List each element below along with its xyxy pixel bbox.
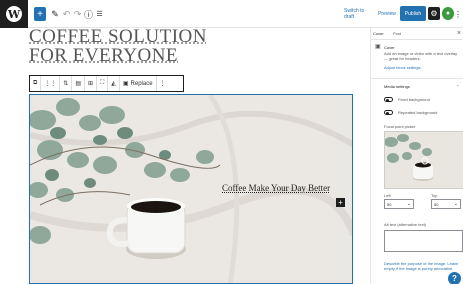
alt-text-field[interactable] — [384, 230, 463, 252]
focal-left-value: 50 — [387, 202, 392, 207]
cover-block-icon: ▣ — [375, 44, 381, 50]
block-name: Cover — [384, 45, 395, 50]
tab-block[interactable]: Cover — [373, 31, 384, 36]
media-icon: ▣ — [122, 81, 129, 87]
top-label: Top — [431, 193, 438, 198]
divider — [371, 78, 463, 79]
block-settings-link[interactable]: Adjust block settings — [384, 65, 420, 70]
add-block-button[interactable]: + — [34, 7, 46, 21]
focal-left-input[interactable]: 50 ⌄ — [384, 199, 414, 209]
repeated-background-label: Repeated background — [398, 110, 438, 115]
leaf-icon[interactable]: ● — [442, 7, 454, 20]
pencil-icon[interactable]: ✎ — [50, 7, 60, 21]
chevron-down-icon: ⌄ — [453, 201, 458, 207]
focal-top-value: 50 — [434, 202, 439, 207]
vertical-ellipsis-icon[interactable]: ⋮ — [454, 7, 462, 21]
list-view-icon[interactable]: ☰ — [95, 7, 104, 21]
preview-button[interactable]: Preview — [376, 7, 398, 21]
media-settings-heading[interactable]: Media settings — [384, 84, 410, 89]
focal-point-picker[interactable] — [384, 131, 463, 189]
replace-button[interactable]: ▣ Replace — [120, 76, 157, 91]
top-toolbar: W + ✎ ↶ ↷ ⓘ ☰ Switch to draft Preview Pu… — [0, 0, 463, 28]
sidebar-tabs: Cover Post × — [371, 28, 463, 40]
drag-handle-icon[interactable]: ⋮⋮ — [41, 76, 61, 91]
cover-block[interactable]: Coffee Make Your Day Better + — [29, 94, 353, 284]
add-block-inline-button[interactable]: + — [336, 198, 345, 207]
fixed-background-label: Fixed background — [398, 97, 430, 102]
more-options-icon[interactable]: ⋮ — [157, 76, 169, 91]
publish-button[interactable]: Publish — [400, 6, 426, 21]
info-icon[interactable]: ⓘ — [84, 7, 93, 21]
fixed-background-toggle[interactable] — [384, 97, 393, 102]
wordpress-logo-button[interactable]: W — [0, 0, 28, 28]
undo-icon[interactable]: ↶ — [62, 7, 71, 21]
content-position-icon[interactable]: ⊞ — [85, 76, 98, 91]
post-title-line-2[interactable]: FOR EVERYONE — [29, 45, 178, 67]
focal-point-thumbnail — [385, 132, 463, 188]
align-icon[interactable]: ▤ — [72, 76, 85, 91]
editor-canvas: COFFEE SOLUTION FOR EVERYONE ⧉ ⋮⋮ ⇅ ▤ ⊞ … — [0, 28, 370, 284]
gear-icon[interactable]: ⚙ — [428, 7, 440, 20]
block-type-icon[interactable]: ⧉ — [30, 76, 42, 91]
repeated-background-toggle[interactable] — [384, 110, 393, 115]
alt-text-label: Alt text (alternative text) — [384, 222, 427, 227]
switch-to-draft-button[interactable]: Switch to draft — [344, 7, 374, 21]
focal-point-label: Focal point picker — [384, 124, 416, 129]
block-description: Add an image or video with a text overla… — [384, 51, 458, 61]
full-height-icon[interactable]: ⛶ — [97, 76, 109, 91]
left-label: Left — [384, 193, 391, 198]
focal-top-input[interactable]: 50 ⌄ — [431, 199, 461, 209]
tab-post[interactable]: Post — [393, 31, 401, 36]
chevron-up-icon[interactable]: ⌃ — [456, 84, 459, 89]
alt-text-help-link[interactable]: Describe the purpose of the image. Leave… — [384, 261, 462, 271]
editor-app: W + ✎ ↶ ↷ ⓘ ☰ Switch to draft Preview Pu… — [0, 0, 463, 284]
close-icon[interactable]: × — [457, 30, 461, 37]
cover-heading[interactable]: Coffee Make Your Day Better — [222, 183, 330, 193]
chevron-down-icon: ⌄ — [406, 201, 411, 207]
help-button[interactable]: ? — [448, 272, 461, 284]
settings-sidebar: Cover Post × ▣ Cover Add an image or vid… — [370, 28, 463, 284]
block-toolbar: ⧉ ⋮⋮ ⇅ ▤ ⊞ ⛶ ◭ ▣ Replace ⋮ — [29, 75, 184, 92]
duotone-icon[interactable]: ◭ — [108, 76, 120, 91]
wordpress-icon: W — [6, 6, 22, 22]
redo-icon[interactable]: ↷ — [73, 7, 82, 21]
move-up-down-icon[interactable]: ⇅ — [60, 76, 73, 91]
